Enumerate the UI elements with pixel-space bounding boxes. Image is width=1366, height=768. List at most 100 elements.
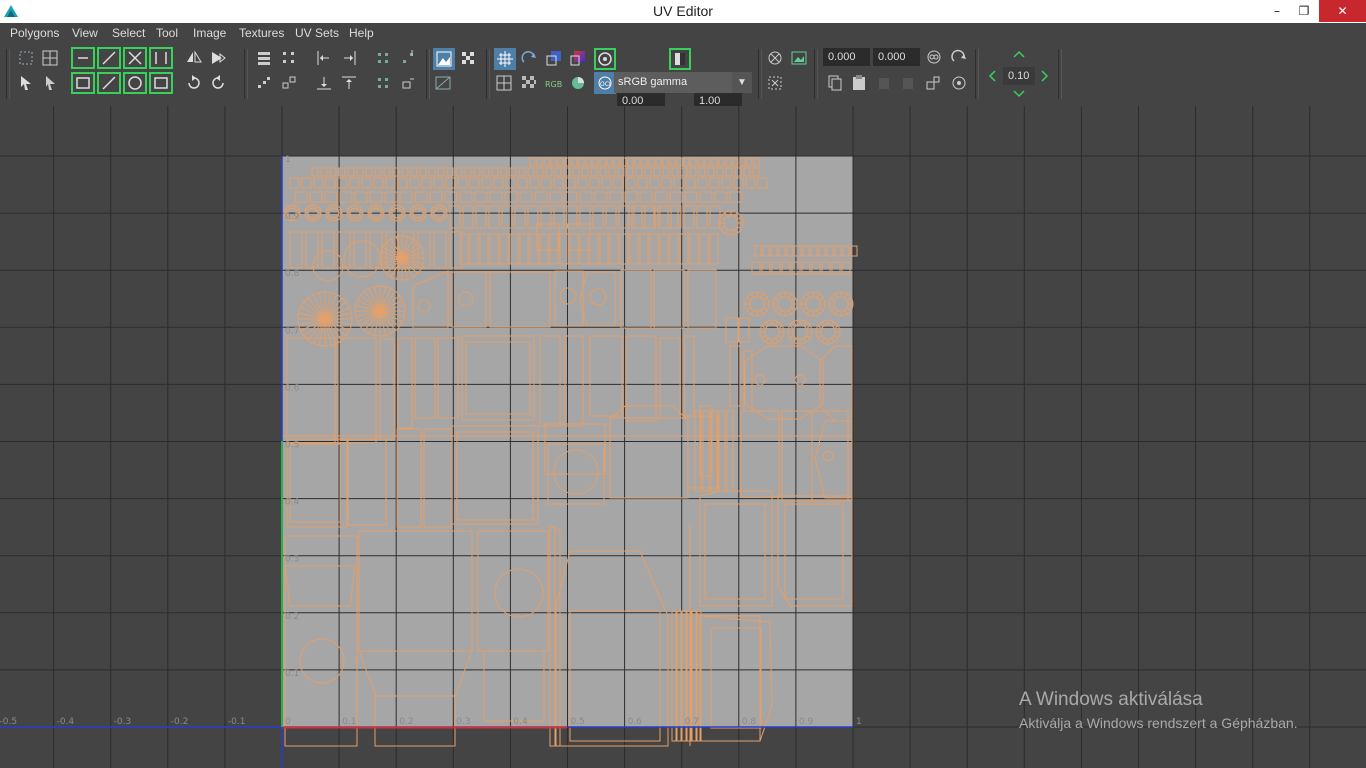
menu-textures[interactable]: Textures [239,26,284,40]
color-wheel-icon[interactable] [568,73,588,93]
toolbar-separator [6,49,10,99]
v-tick-label: 0.1 [285,669,299,679]
select-arrow-icon[interactable] [16,73,36,93]
v-tick-label: 0.3 [285,555,299,565]
v-tick-label: 0.6 [285,383,300,393]
paste-uv-icon[interactable] [849,73,869,93]
paste-u-icon [879,78,889,89]
chevron-left-icon[interactable] [986,69,998,83]
select-shell-icon[interactable] [16,48,36,68]
align-top-icon[interactable] [339,73,359,93]
window-title: UV Editor [653,3,713,19]
exposure-toggle-icon[interactable] [594,48,616,70]
u-tick-label: -0.5 [0,717,17,727]
uv-canvas[interactable]: -0.5 -0.4 -0.3 -0.2 -0.1 0 0.1 0.2 0.3 0.4 0.5 0.6 0… [0,106,1366,768]
pixel-snap-icon[interactable] [519,48,539,68]
u-tick-label: -0.1 [228,717,246,727]
copy-uv-icon[interactable] [825,73,845,93]
u-tick-label: -0.2 [171,717,189,727]
unstack-icon[interactable] [398,73,418,93]
gamma-toggle-icon[interactable] [669,48,691,70]
minimize-button[interactable]: – [1263,0,1291,22]
relative-move-icon[interactable] [949,47,969,67]
flip-v-icon[interactable] [208,48,228,68]
toggle-uv-icon[interactable] [949,73,969,93]
u-tick-label: 1 [856,717,862,727]
u-tick-label: 0.5 [571,717,585,727]
v-tick-label: 1 [285,155,291,165]
u-tick-label: 0.7 [685,717,699,727]
rotate-ccw-icon[interactable] [184,73,204,93]
align-right-icon[interactable] [339,48,359,68]
color-space-dropdown[interactable]: sRGB gamma ▼ [614,72,752,93]
align-bottom-icon[interactable] [314,73,334,93]
maximize-button[interactable]: ❐ [1290,0,1318,22]
menu-image[interactable]: Image [193,26,226,40]
u-coordinate-field[interactable]: 0.000 [823,48,870,66]
chevron-right-icon[interactable] [1039,69,1051,83]
toolbar-separator [975,49,979,99]
menu-polygons[interactable]: Polygons [10,26,59,40]
stack-points-icon[interactable] [373,73,393,93]
checker-icon[interactable] [519,73,539,93]
uv-viewport[interactable]: -0.5 -0.4 -0.3 -0.2 -0.1 0 0.1 0.2 0.3 0.4 0.5 0.6 0… [0,106,1366,768]
flip-u-icon[interactable] [184,48,204,68]
sew-uv-icon[interactable] [279,73,299,93]
menu-help[interactable]: Help [349,26,374,40]
add-points-icon[interactable] [398,48,418,68]
u-tick-label: 0.4 [513,717,528,727]
v-tick-label: 0.7 [285,326,299,336]
isolate-icon[interactable] [765,48,785,68]
step-field[interactable]: 0.10 [1003,67,1035,85]
title-bar: UV Editor – ❐ ✕ [0,0,1366,23]
color-management-icon[interactable]: OCI [594,72,616,94]
grid-toggle-icon[interactable] [494,48,516,70]
menu-tool[interactable]: Tool [156,26,178,40]
shaded-uv-icon[interactable] [544,48,564,68]
rgb-channels-icon[interactable]: RGB [544,73,566,93]
cycle-uv-icon[interactable] [923,73,943,93]
u-tick-label: 0.1 [342,717,356,727]
close-button[interactable]: ✕ [1319,0,1366,22]
tweak-arrow-icon[interactable] [40,73,60,93]
menu-bar: Polygons View Select Tool Image Textures… [0,23,1366,44]
frame-all-icon[interactable] [765,73,785,93]
filter-image-icon[interactable] [433,73,453,93]
distribute-icon[interactable] [279,48,299,68]
snap-points-icon[interactable] [373,48,393,68]
activation-watermark-title: A Windows aktiválása [1019,689,1203,710]
snapshot-icon[interactable] [789,48,809,68]
layout-icon[interactable] [254,48,274,68]
chevron-up-icon[interactable] [1012,48,1026,60]
chevron-down-icon[interactable] [1012,88,1026,100]
grid-select-icon[interactable] [40,48,60,68]
toolbar-separator [244,49,248,99]
v-tick-label: 0.8 [285,269,300,279]
paste-v-icon [903,78,913,89]
toolbar-separator [1058,49,1062,99]
color-space-value: sRGB gamma [618,76,688,88]
chevron-down-icon: ▼ [732,72,752,93]
cut-uv-icon[interactable] [254,73,274,93]
v-tick-label: 0.4 [285,498,300,508]
svg-text:OCI: OCI [600,81,611,88]
u-tick-label: -0.4 [57,717,75,727]
refresh-uv-icon[interactable] [924,47,944,67]
align-left-icon[interactable] [314,48,334,68]
dim-image-icon[interactable] [458,48,478,68]
rotate-cw-icon[interactable] [208,73,228,93]
u-tick-label: 0.3 [456,717,470,727]
toolbar-separator [814,49,818,99]
menu-select[interactable]: Select [112,26,145,40]
v-coordinate-field[interactable]: 0.000 [873,48,920,66]
texture-borders-icon[interactable] [494,73,514,93]
menu-view[interactable]: View [72,26,98,40]
menu-uv-sets[interactable]: UV Sets [295,26,339,40]
v-tick-label: 0.5 [285,441,299,451]
u-tick-label: 0 [285,717,291,727]
display-image-toggle-icon[interactable] [433,48,455,70]
toolbar-separator [426,49,430,99]
distortion-icon[interactable] [568,48,588,68]
activation-watermark-subtitle: Aktiválja a Windows rendszert a Gépházba… [1019,715,1298,731]
uv-shell-tools-icon[interactable] [70,46,174,96]
